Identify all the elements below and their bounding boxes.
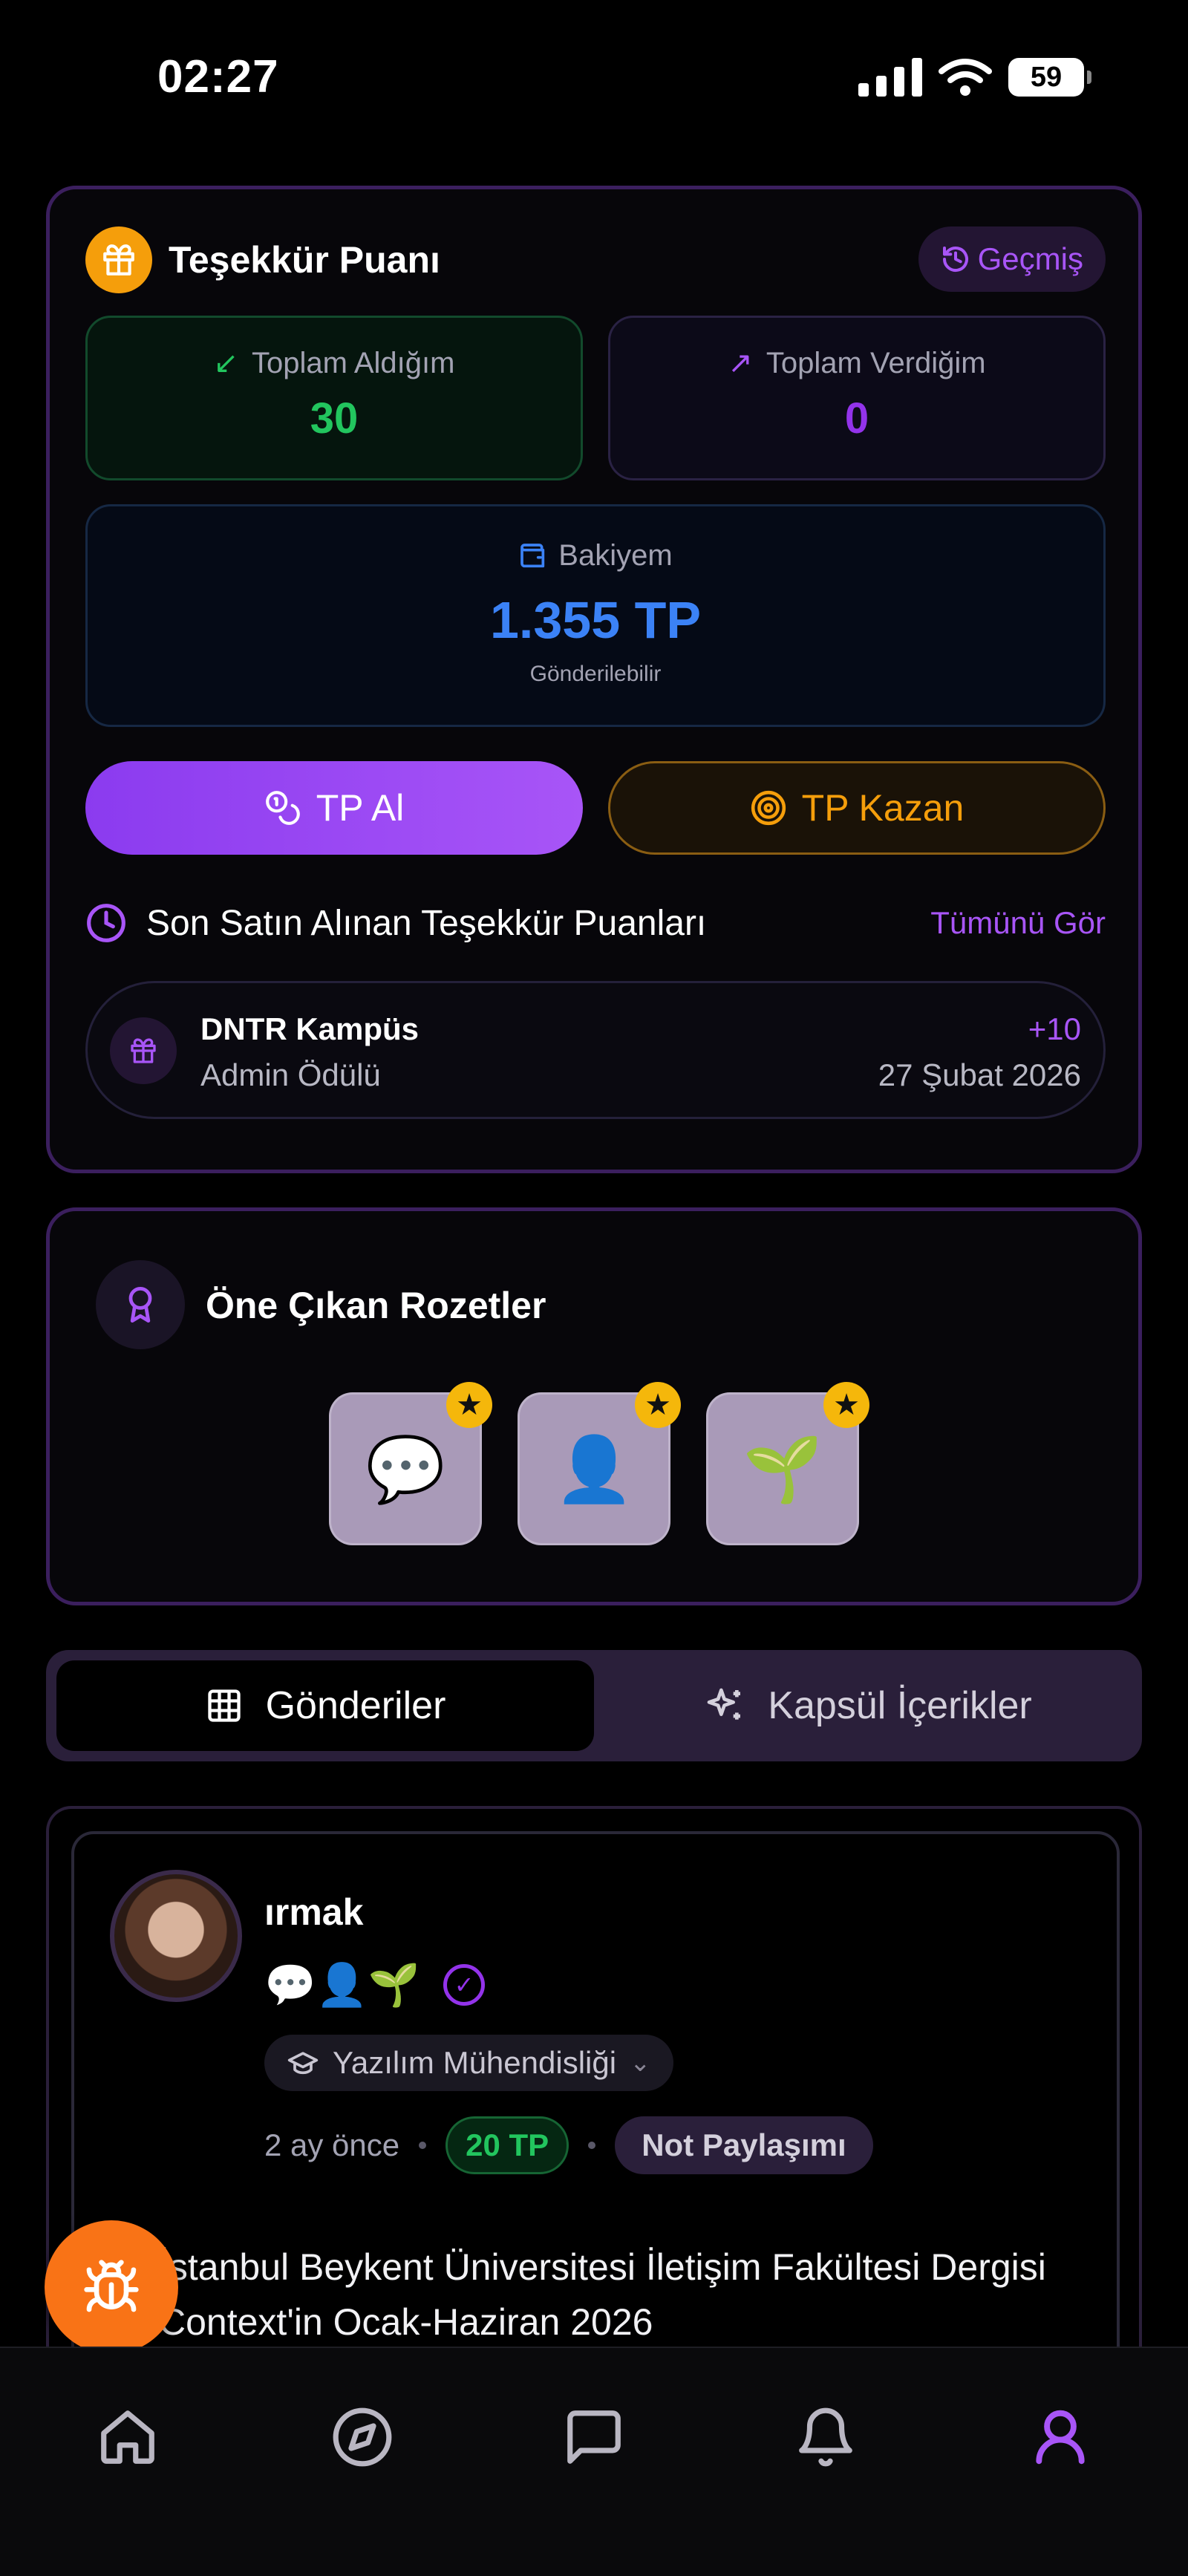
bell-icon <box>799 2407 852 2467</box>
graduation-cap-icon <box>287 2052 319 2075</box>
clock-icon <box>87 904 125 942</box>
total-given-box: ↗ Toplam Verdiğim 0 <box>608 316 1106 480</box>
post-tp-badge: 20 TP <box>446 2116 569 2174</box>
avatar[interactable] <box>110 1870 242 2002</box>
recent-item-description: Admin Ödülü <box>200 1057 381 1092</box>
separator-dot <box>588 2142 596 2149</box>
featured-badges-title: Öne Çıkan Rozetler <box>206 1285 546 1326</box>
post-body: İstanbul Beykent Üniversitesi İletişim F… <box>159 2246 1046 2343</box>
grid-icon <box>207 1689 241 1722</box>
sparkles-icon <box>707 1688 741 1720</box>
bottom-navigation <box>0 2347 1188 2576</box>
balance-subtitle: Gönderilebilir <box>529 662 662 686</box>
post-meta: 2 ay önce 20 TP Not Paylaşımı <box>264 2116 873 2174</box>
nav-home[interactable] <box>83 2393 172 2482</box>
tab-posts[interactable]: Gönderiler <box>56 1660 594 1751</box>
coins-icon <box>265 791 300 825</box>
earn-tp-button[interactable]: TP Kazan <box>608 761 1106 855</box>
wallet-icon <box>520 543 545 567</box>
gift-icon <box>110 1017 177 1084</box>
profile-tabs: Gönderiler Kapsül İçerikler <box>46 1650 1142 1761</box>
user-icon <box>1036 2410 1085 2465</box>
tab-capsule-label: Kapsül İçerikler <box>768 1684 1032 1727</box>
compass-icon <box>333 2407 392 2467</box>
badge-speech-bubble[interactable]: 💬 ★ <box>329 1382 492 1545</box>
message-icon <box>567 2410 621 2464</box>
star-icon: ★ <box>446 1382 492 1428</box>
award-icon <box>96 1260 185 1349</box>
balance-label: Bakiyem <box>558 539 673 572</box>
department-label: Yazılım Mühendisliği <box>333 2045 617 2080</box>
status-icons: 59 <box>858 58 1091 97</box>
thanks-points-card: Teşekkür Puanı Geçmiş ↙ Toplam Aldığım 3… <box>46 186 1142 1173</box>
battery-indicator: 59 <box>1008 58 1091 97</box>
earn-tp-label: TP Kazan <box>801 787 965 829</box>
target-icon <box>751 790 786 826</box>
recent-purchases-header: Son Satın Alınan Teşekkür Puanları Tümün… <box>85 902 1106 944</box>
tab-capsule-contents[interactable]: Kapsül İçerikler <box>604 1660 1132 1751</box>
recent-purchase-item[interactable]: DNTR Kampüs Admin Ödülü +10 27 Şubat 202… <box>85 981 1106 1119</box>
user-badge-emojis: 💬👤🌱 <box>264 1961 420 2008</box>
history-icon <box>942 247 968 272</box>
recent-item-amount: +10 <box>1028 1011 1081 1046</box>
badge-user[interactable]: 👤 ★ <box>518 1382 681 1545</box>
recent-item-date: 27 Şubat 2026 <box>878 1057 1081 1092</box>
total-given-value: 0 <box>844 394 869 443</box>
gift-icon <box>85 226 152 293</box>
department-dropdown[interactable]: Yazılım Mühendisliği ⌄ <box>264 2035 673 2091</box>
user-silhouette-icon: 👤 <box>554 1433 634 1505</box>
verified-check-icon: ✓ <box>443 1964 486 2006</box>
total-received-label: Toplam Aldığım <box>252 346 455 379</box>
history-button-label: Geçmiş <box>977 241 1083 276</box>
separator-dot <box>419 2142 427 2149</box>
arrow-up-right-icon: ↗ <box>728 347 753 379</box>
recent-item-name: DNTR Kampüs <box>200 1011 420 1046</box>
nav-explore[interactable] <box>318 2393 407 2482</box>
star-icon: ★ <box>823 1382 869 1428</box>
home-icon <box>101 2410 154 2464</box>
bug-report-button[interactable] <box>45 2220 178 2354</box>
featured-badges-card: Öne Çıkan Rozetler 💬 ★ 👤 ★ 🌱 ★ <box>46 1207 1142 1605</box>
status-bar: 02:27 59 <box>0 0 1188 149</box>
post-time: 2 ay önce <box>264 2127 400 2162</box>
chevron-down-icon: ⌄ <box>630 2049 651 2077</box>
speech-bubble-icon: 💬 <box>365 1433 446 1505</box>
total-given-label: Toplam Verdiğim <box>766 346 986 379</box>
post-username[interactable]: ırmak <box>264 1891 363 1934</box>
see-all-link[interactable]: Tümünü Gör <box>930 905 1106 941</box>
arrow-down-left-icon: ↙ <box>213 347 239 379</box>
total-received-value: 30 <box>310 394 359 443</box>
nav-messages[interactable] <box>549 2393 639 2482</box>
history-button[interactable]: Geçmiş <box>918 226 1106 292</box>
star-icon: ★ <box>635 1382 681 1428</box>
balance-value: 1.355 TP <box>489 591 702 649</box>
badge-seedling[interactable]: 🌱 ★ <box>706 1382 869 1545</box>
tab-posts-label: Gönderiler <box>265 1684 446 1727</box>
buy-tp-button[interactable]: TP Al <box>85 761 583 855</box>
status-time: 02:27 <box>157 51 279 102</box>
nav-notifications[interactable] <box>781 2393 870 2482</box>
bug-icon <box>84 2260 139 2312</box>
nav-profile[interactable] <box>1016 2393 1105 2482</box>
buy-tp-label: TP Al <box>316 787 405 829</box>
balance-box: Bakiyem 1.355 TP Gönderilebilir <box>85 504 1106 727</box>
thanks-points-title: Teşekkür Puanı <box>169 239 440 281</box>
post-type-badge: Not Paylaşımı <box>615 2116 873 2174</box>
wifi-icon <box>939 59 992 96</box>
recent-purchases-title: Son Satın Alınan Teşekkür Puanları <box>146 903 707 943</box>
seedling-icon: 🌱 <box>742 1433 823 1505</box>
total-received-box: ↙ Toplam Aldığım 30 <box>85 316 583 480</box>
cellular-signal-icon <box>858 58 922 97</box>
post-badges: 💬👤🌱 ✓ <box>264 1960 486 2009</box>
